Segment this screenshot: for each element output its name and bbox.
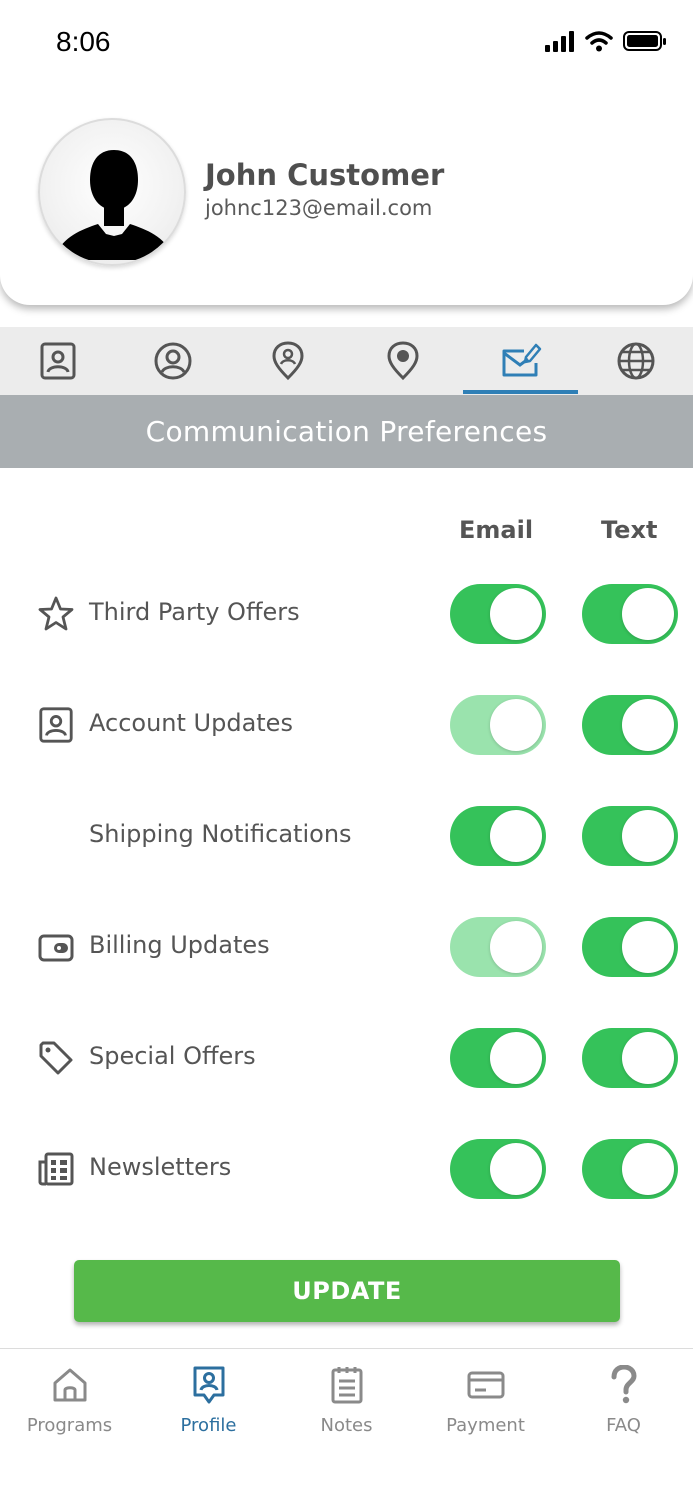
text-toggle-billing-updates[interactable] — [582, 917, 678, 977]
tab-user-location[interactable] — [230, 327, 345, 395]
email-toggle-special-offers[interactable] — [450, 1028, 546, 1088]
profile-tab-strip — [0, 327, 693, 395]
pref-row-special-offers: Special Offers — [0, 1028, 693, 1088]
email-toggle-billing-updates[interactable] — [450, 917, 546, 977]
toggle-knob — [622, 699, 674, 751]
text-toggle-third-party-offers[interactable] — [582, 584, 678, 644]
toggle-knob — [622, 1143, 674, 1195]
cellular-signal-icon — [545, 30, 575, 56]
nav-faq[interactable]: FAQ — [554, 1365, 693, 1445]
nav-notes[interactable]: Notes — [277, 1365, 416, 1445]
pref-row-third-party-offers: Third Party Offers — [0, 584, 693, 644]
envelope-edit-icon — [502, 343, 541, 377]
battery-icon — [623, 30, 667, 56]
nav-label: Profile — [180, 1415, 237, 1436]
location-pin-icon — [386, 341, 419, 381]
toggle-knob — [490, 1032, 542, 1084]
status-bar: 8:06 — [0, 0, 693, 80]
wallet-icon — [36, 927, 76, 967]
tab-location[interactable] — [345, 327, 460, 395]
update-button[interactable]: UPDATE — [74, 1260, 620, 1322]
pref-row-account-updates: Account Updates — [0, 695, 693, 755]
pref-row-shipping-notifications: Shipping Notifications — [0, 806, 693, 866]
profile-email: johnc123@email.com — [205, 196, 433, 220]
toggle-knob — [490, 810, 542, 862]
status-icons — [545, 30, 667, 56]
question-mark-icon — [604, 1365, 644, 1405]
nav-payment[interactable]: Payment — [416, 1365, 555, 1445]
email-toggle-third-party-offers[interactable] — [450, 584, 546, 644]
email-toggle-newsletters[interactable] — [450, 1139, 546, 1199]
contact-card-icon — [36, 705, 76, 745]
toggle-knob — [490, 1143, 542, 1195]
bottom-nav: Programs Profile Notes Payment FAQ — [0, 1348, 693, 1500]
email-column-header: Email — [459, 516, 534, 544]
nav-profile[interactable]: Profile — [139, 1365, 278, 1445]
globe-icon — [617, 342, 654, 380]
home-icon — [50, 1365, 90, 1405]
profile-name: John Customer — [205, 158, 445, 192]
toggle-knob — [490, 921, 542, 973]
tab-communication[interactable] — [463, 327, 578, 395]
pref-label: Account Updates — [89, 709, 293, 737]
pref-label: Special Offers — [89, 1042, 256, 1070]
section-title: Communication Preferences — [145, 415, 548, 448]
tag-icon — [36, 1038, 76, 1078]
toggle-knob — [622, 1032, 674, 1084]
section-banner: Communication Preferences — [0, 395, 693, 468]
email-toggle-account-updates[interactable] — [450, 695, 546, 755]
nav-label: Payment — [446, 1415, 525, 1436]
text-toggle-special-offers[interactable] — [582, 1028, 678, 1088]
toggle-knob — [490, 588, 542, 640]
nav-label: Notes — [320, 1415, 373, 1436]
user-silhouette-icon — [54, 150, 174, 260]
toggle-knob — [622, 588, 674, 640]
pref-row-newsletters: Newsletters — [0, 1139, 693, 1199]
profile-header: 8:06 John Customer johnc123@email.com — [0, 0, 693, 305]
toggle-knob — [622, 921, 674, 973]
pref-label: Shipping Notifications — [89, 820, 352, 848]
toggle-knob — [490, 699, 542, 751]
credit-card-icon — [466, 1365, 506, 1405]
text-toggle-account-updates[interactable] — [582, 695, 678, 755]
text-toggle-shipping-notifications[interactable] — [582, 806, 678, 866]
user-circle-icon — [154, 342, 191, 380]
contact-card-icon — [40, 342, 75, 380]
email-toggle-shipping-notifications[interactable] — [450, 806, 546, 866]
pref-label: Third Party Offers — [89, 598, 300, 626]
status-time: 8:06 — [56, 26, 111, 57]
tab-user-profile[interactable] — [115, 327, 230, 395]
nav-label: FAQ — [606, 1415, 641, 1436]
toggle-knob — [622, 810, 674, 862]
pref-label: Newsletters — [89, 1153, 232, 1181]
text-toggle-newsletters[interactable] — [582, 1139, 678, 1199]
pref-label: Billing Updates — [89, 931, 270, 959]
profile-badge-icon — [189, 1365, 229, 1405]
nav-programs[interactable]: Programs — [0, 1365, 139, 1445]
newspaper-icon — [36, 1149, 76, 1189]
tab-language[interactable] — [578, 327, 693, 395]
avatar[interactable] — [38, 118, 186, 266]
tab-contact-card[interactable] — [0, 327, 115, 395]
text-column-header: Text — [601, 516, 658, 544]
nav-label: Programs — [26, 1415, 113, 1436]
star-icon — [36, 594, 76, 634]
user-location-pin-icon — [271, 341, 304, 381]
pref-row-billing-updates: Billing Updates — [0, 917, 693, 977]
notepad-icon — [327, 1365, 367, 1405]
wifi-icon — [585, 30, 613, 56]
